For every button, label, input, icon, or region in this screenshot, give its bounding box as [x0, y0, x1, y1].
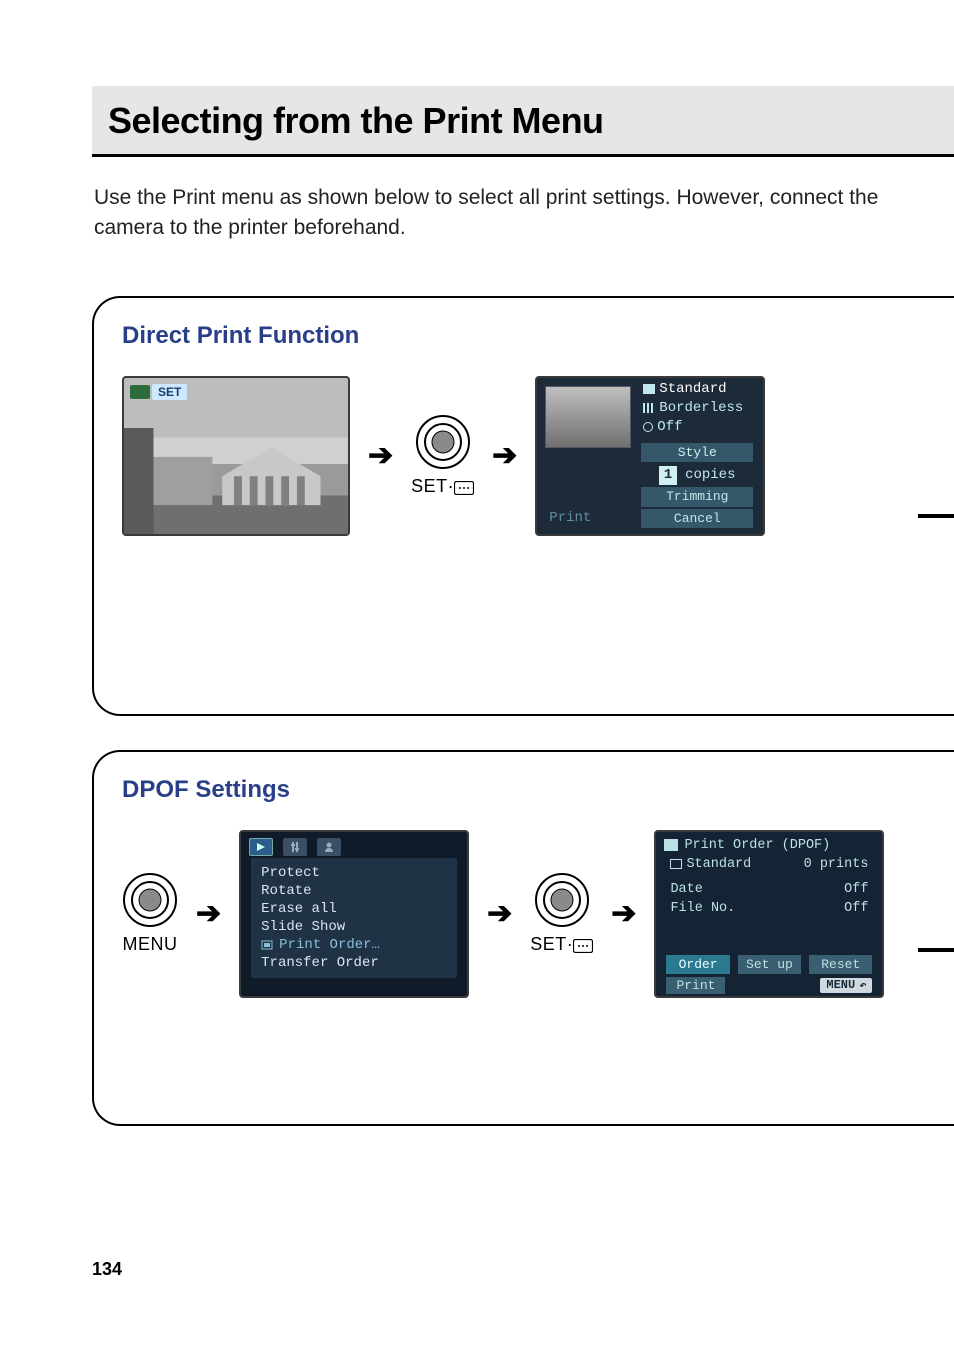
borderless-icon: [643, 403, 655, 413]
style-button: Style: [641, 443, 753, 463]
page-title: Selecting from the Print Menu: [108, 100, 954, 142]
dpof-date-label: Date: [670, 882, 702, 897]
trimming-button: Trimming: [641, 487, 753, 507]
set-button-label: SET·: [530, 934, 593, 955]
set-button-label: SET·: [411, 476, 474, 497]
set-button-icon: [534, 872, 590, 928]
dpof-header: Print Order (DPOF): [684, 838, 830, 853]
intro-text: Use the Print menu as shown below to sel…: [94, 183, 894, 244]
standard-icon: [643, 384, 655, 394]
arrow-right-icon: ➔: [479, 896, 520, 931]
menu-item: Erase all: [261, 900, 447, 918]
dpof-date-value: Off: [844, 882, 868, 897]
opt-standard: Standard: [659, 380, 726, 399]
page-number: 134: [92, 1259, 122, 1280]
menu-button-icon: [122, 872, 178, 928]
dpof-reset-button: Reset: [809, 955, 872, 974]
cancel-button: Cancel: [641, 509, 753, 529]
menu-item: Rotate: [261, 882, 447, 900]
dpof-order-screen: Print Order (DPOF) Standard 0 prints Date…: [654, 830, 884, 998]
menu-item: Slide Show: [261, 918, 447, 936]
print-mode-icon: [130, 385, 150, 399]
menu-button-label: MENU: [123, 934, 178, 955]
dpof-standard-label: Standard: [686, 857, 751, 872]
arrow-right-icon: ➔: [484, 438, 525, 473]
menu-item-selected: Print Order…: [261, 936, 447, 954]
dpof-print-button: Print: [666, 977, 725, 994]
menu-item: Transfer Order: [261, 954, 447, 972]
print-settings-screen: Standard Borderless Off Style 1 copies Tr…: [535, 376, 765, 536]
direct-print-heading: Direct Print Function: [122, 322, 954, 350]
print-button: Print: [549, 510, 591, 526]
back-arrow-icon: ↶: [859, 978, 866, 993]
playback-menu-screen: Protect Rotate Erase all Slide Show Prin…: [239, 830, 469, 998]
dpof-standard-value: 0 prints: [804, 857, 869, 872]
menu-item: Protect: [261, 864, 447, 882]
dpof-fileno-value: Off: [844, 901, 868, 916]
opt-off: Off: [657, 418, 682, 437]
arrow-right-icon: ➔: [188, 896, 229, 931]
opt-borderless: Borderless: [659, 399, 743, 418]
playback-photo-screen: SET: [122, 376, 350, 536]
set-button-icon: [415, 414, 471, 470]
copies-label: copies: [685, 466, 735, 485]
dpof-fileno-label: File No.: [670, 901, 735, 916]
dpof-order-button: Order: [666, 955, 729, 974]
tab-play-icon: [249, 838, 273, 856]
arrow-right-icon: ➔: [360, 438, 401, 473]
menu-back-badge: MENU↶: [820, 978, 872, 993]
tab-setup-icon: [283, 838, 307, 856]
tab-mycamera-icon: [317, 838, 341, 856]
print-order-icon: [664, 839, 678, 851]
copies-value: 1: [659, 466, 677, 485]
dpof-setup-button: Set up: [738, 955, 801, 974]
arrow-right-icon: ➔: [603, 896, 644, 931]
dpof-settings-heading: DPOF Settings: [122, 776, 954, 804]
set-badge: SET: [152, 384, 187, 400]
